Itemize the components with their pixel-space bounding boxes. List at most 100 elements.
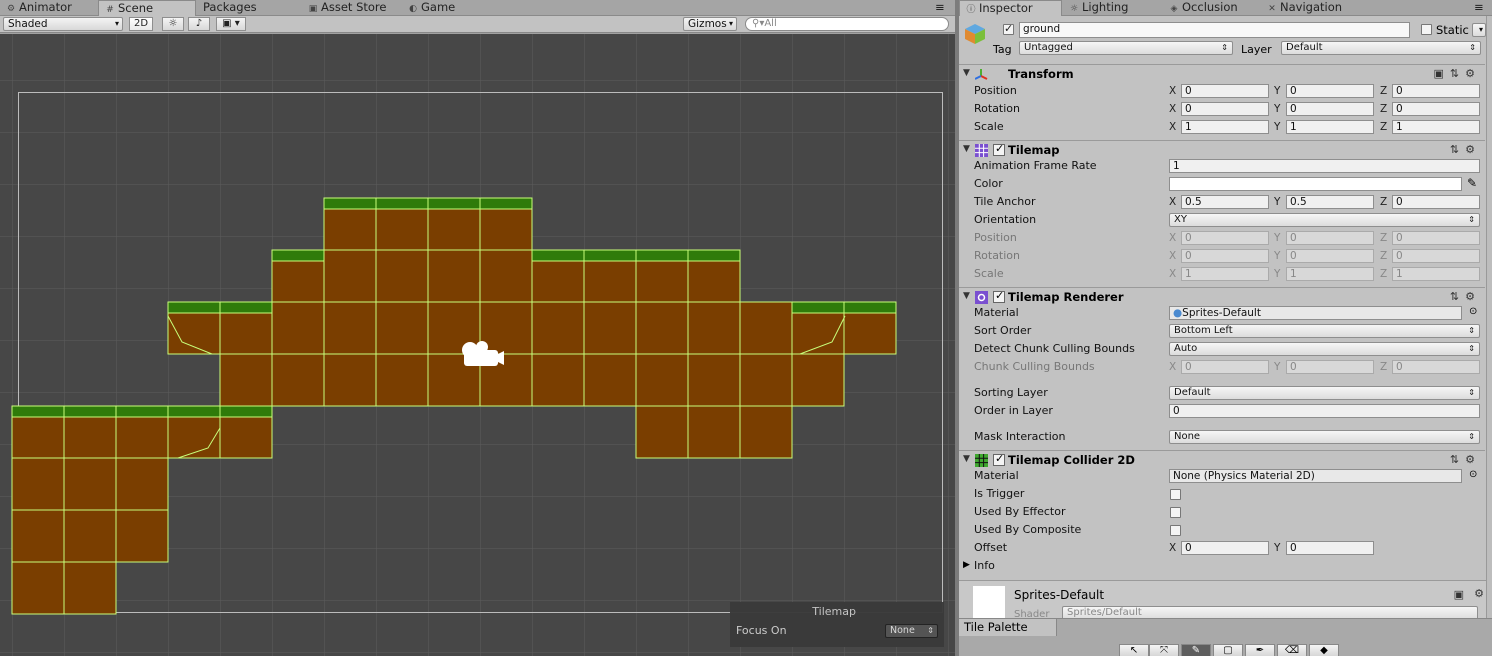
tilemap-scale-z-input: 1	[1392, 267, 1480, 281]
tilemap-enabled-checkbox[interactable]	[993, 142, 1005, 156]
frame-rate-input[interactable]: 1	[1169, 159, 1480, 173]
inspector-scrollbar[interactable]	[1486, 16, 1492, 618]
tab-game[interactable]: ◐ Game	[402, 0, 502, 16]
scene-search-input[interactable]: ⚲▾All	[745, 17, 949, 31]
paint-brush-button[interactable]: ✎	[1181, 644, 1211, 656]
tilemap-component-header[interactable]: ▼ Tilemap ⇅⚙	[959, 140, 1485, 158]
mask-interaction-dropdown[interactable]: None ⇕	[1169, 430, 1480, 444]
offset-y-input[interactable]: 0	[1286, 541, 1374, 555]
tag-dropdown[interactable]: Untagged ⇕	[1019, 41, 1233, 55]
component-tools-icons[interactable]: ▣⇅⚙	[1434, 67, 1481, 80]
tile-anchor-y-input[interactable]: 0.5	[1286, 195, 1374, 209]
focus-on-dropdown[interactable]: None ⇕	[885, 624, 938, 638]
tile	[11, 561, 65, 615]
transform-rotation-z-input[interactable]: 0	[1392, 102, 1480, 116]
shader-dropdown[interactable]: Sprites/Default	[1062, 606, 1478, 618]
tile	[531, 353, 585, 407]
scene-view[interactable]: Tilemap Focus On None ⇕	[0, 34, 955, 656]
transform-rotation-y-input[interactable]: 0	[1286, 102, 1374, 116]
transform-rotation-x-input[interactable]: 0	[1181, 102, 1269, 116]
eyedropper-icon[interactable]: ✎	[1467, 176, 1477, 190]
component-tools-icons[interactable]: ⇅⚙	[1450, 290, 1481, 303]
color-field[interactable]	[1169, 177, 1462, 191]
gear-icon[interactable]: ⚙	[1474, 587, 1484, 600]
tab-animator[interactable]: ⚙ Animator	[0, 0, 98, 16]
tilemap-scale-x-input: 1	[1181, 267, 1269, 281]
arrow-icon: ↖	[1129, 645, 1139, 656]
box-fill-button[interactable]: ▢	[1213, 644, 1243, 656]
draw-mode-dropdown[interactable]: Shaded ▾	[3, 17, 123, 31]
is-trigger-checkbox[interactable]	[1170, 489, 1181, 500]
tile	[635, 405, 689, 459]
order-in-layer-input[interactable]: 0	[1169, 404, 1480, 418]
tab-inspector[interactable]: ⓘ Inspector	[959, 0, 1062, 16]
tile	[739, 301, 793, 355]
physics-material-field[interactable]: None (Physics Material 2D)	[1169, 469, 1462, 483]
used-by-composite-checkbox[interactable]	[1170, 525, 1181, 536]
object-picker-icon[interactable]: ⊙	[1469, 469, 1477, 480]
transform-component-header[interactable]: ▼ Transform ▣⇅⚙	[959, 64, 1485, 82]
transform-position-y-input[interactable]: 0	[1286, 84, 1374, 98]
component-tools-icons[interactable]: ⇅⚙	[1450, 143, 1481, 156]
tilemap-renderer-icon	[975, 291, 988, 304]
tile-anchor-x-input[interactable]: 0.5	[1181, 195, 1269, 209]
scene-canvas[interactable]	[0, 34, 955, 656]
grass-tile-top	[167, 301, 221, 314]
transform-scale-z-input[interactable]: 1	[1392, 120, 1480, 134]
tile	[583, 301, 637, 355]
object-picker-icon[interactable]: ⊙	[1469, 306, 1477, 317]
picker-icon: ✒	[1255, 645, 1265, 656]
2d-toggle-button[interactable]: 2D	[129, 17, 153, 31]
transform-position-z-input[interactable]: 0	[1392, 84, 1480, 98]
renderer-material-field[interactable]: ●Sprites-Default	[1169, 306, 1462, 320]
renderer-enabled-checkbox[interactable]	[993, 289, 1005, 303]
gizmos-dropdown[interactable]: Gizmos ▾	[683, 17, 737, 31]
transform-title: Transform	[1008, 67, 1074, 81]
tab-tile-palette[interactable]: Tile Palette	[959, 619, 1057, 636]
eraser-tool-button[interactable]: ⌫	[1277, 644, 1307, 656]
tile-anchor-row: Tile Anchor X 0.5 Y 0.5 Z 0	[959, 193, 1485, 211]
lighting-toggle-button[interactable]: ☼	[162, 17, 184, 31]
static-checkbox[interactable]	[1421, 24, 1432, 35]
used-by-effector-checkbox[interactable]	[1170, 507, 1181, 518]
select-tool-button[interactable]: ↖	[1119, 644, 1149, 656]
inspector-menu-icon[interactable]: ≡	[1472, 0, 1492, 16]
tile	[219, 353, 273, 407]
detect-bounds-dropdown[interactable]: Auto ⇕	[1169, 342, 1480, 356]
move-icon: ⤧	[1160, 645, 1168, 656]
component-tools-icons[interactable]: ▣	[1454, 588, 1464, 601]
orientation-dropdown[interactable]: XY ⇕	[1169, 213, 1480, 227]
tab-navigation[interactable]: ✕ Navigation	[1261, 0, 1371, 16]
component-tools-icons[interactable]: ⇅⚙	[1450, 453, 1481, 466]
sorting-layer-dropdown[interactable]: Default ⇕	[1169, 386, 1480, 400]
tab-menu-icon[interactable]: ≡	[933, 0, 953, 16]
tile-anchor-z-input[interactable]: 0	[1392, 195, 1480, 209]
move-tool-button[interactable]: ⤧	[1149, 644, 1179, 656]
tab-asset-store[interactable]: ▣ Asset Store	[302, 0, 402, 16]
transform-scale-y-input[interactable]: 1	[1286, 120, 1374, 134]
tab-occlusion[interactable]: ◈ Occlusion	[1163, 0, 1263, 16]
grass-tile-top	[11, 405, 65, 418]
info-foldout[interactable]: ▶ Info	[959, 557, 1485, 575]
tilemap-collider-header[interactable]: ▼ Tilemap Collider 2D ⇅⚙	[959, 450, 1485, 468]
gameobject-name-input[interactable]: ground	[1019, 22, 1410, 38]
foldout-collapsed-icon: ▶	[963, 560, 970, 570]
offset-x-input[interactable]: 0	[1181, 541, 1269, 555]
static-dropdown[interactable]: ▾	[1472, 23, 1486, 37]
sort-order-dropdown[interactable]: Bottom Left ⇕	[1169, 324, 1480, 338]
gameobject-active-checkbox[interactable]	[1003, 22, 1014, 35]
transform-position-x-input[interactable]: 0	[1181, 84, 1269, 98]
layer-dropdown[interactable]: Default ⇕	[1281, 41, 1481, 55]
tab-lighting[interactable]: ☼ Lighting	[1063, 0, 1163, 16]
transform-scale-x-input[interactable]: 1	[1181, 120, 1269, 134]
tab-packages[interactable]: Packages	[197, 0, 297, 16]
tilemap-collider-icon	[975, 454, 988, 467]
tab-scene[interactable]: # Scene	[98, 0, 196, 16]
picker-tool-button[interactable]: ✒	[1245, 644, 1275, 656]
collider-enabled-checkbox[interactable]	[993, 452, 1005, 466]
tilemap-renderer-header[interactable]: ▼ Tilemap Renderer ⇅⚙	[959, 287, 1485, 305]
fill-tool-button[interactable]: ◆	[1309, 644, 1339, 656]
audio-toggle-button[interactable]: ♪	[188, 17, 210, 31]
effects-dropdown[interactable]: ▣ ▾	[216, 17, 246, 31]
grass-tile-top	[635, 249, 689, 262]
